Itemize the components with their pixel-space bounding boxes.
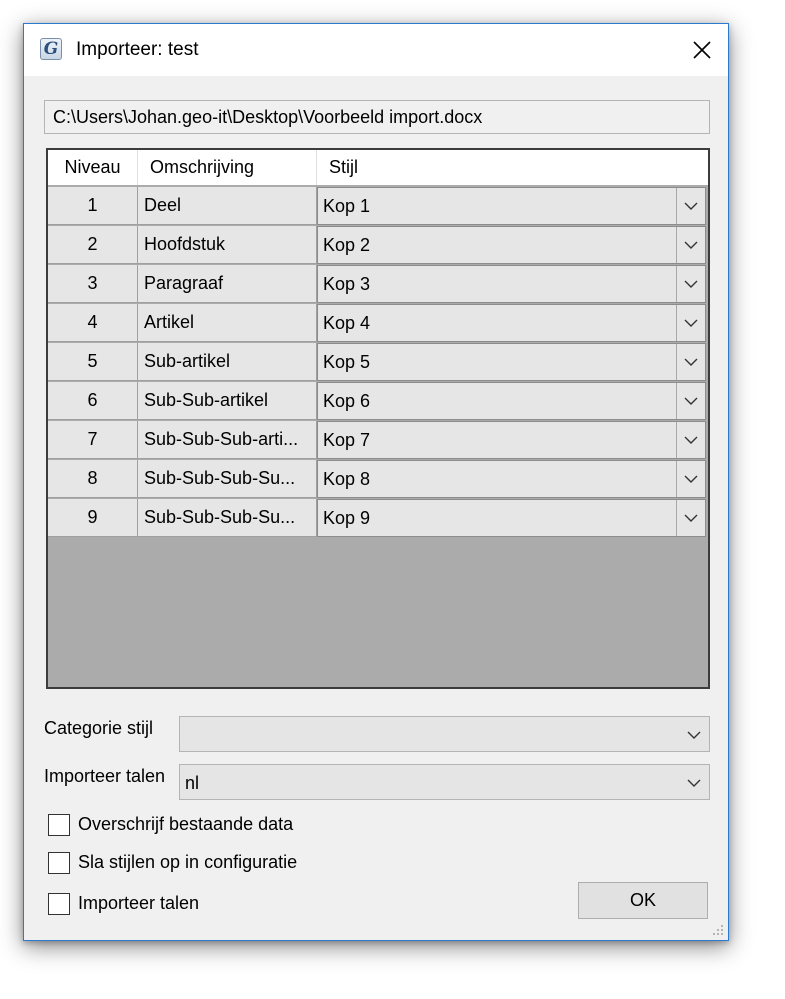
stijl-value: Kop 7 [323,430,371,450]
omschrijving-cell[interactable]: Sub-Sub-Sub-arti... [138,421,317,459]
omschrijving-cell[interactable]: Artikel [138,304,317,342]
chevron-down-icon [684,319,698,327]
stijl-dropdown[interactable]: Kop 1 [317,187,706,225]
stijl-dropdown[interactable]: Kop 7 [317,421,706,459]
table-row: 3 Paragraaf Kop 3 [48,265,708,303]
omschrijving-cell[interactable]: Sub-Sub-Sub-Su... [138,499,317,537]
stijl-value: Kop 5 [323,352,371,372]
close-icon [693,41,711,59]
sla-stijlen-op-checkbox[interactable] [48,852,70,874]
chevron-down-icon [684,358,698,366]
stijl-dropdown-button[interactable] [676,461,705,497]
chevron-down-icon [684,241,698,249]
table-row: 7 Sub-Sub-Sub-arti... Kop 7 [48,421,708,459]
niveau-cell[interactable]: 8 [48,460,138,498]
stijl-value: Kop 4 [323,313,371,333]
stijl-value: Kop 9 [323,508,371,528]
niveau-cell[interactable]: 5 [48,343,138,381]
column-header-niveau[interactable]: Niveau [48,150,138,185]
table-row: 4 Artikel Kop 4 [48,304,708,342]
stijl-dropdown-button[interactable] [676,227,705,263]
stijl-dropdown-button[interactable] [676,344,705,380]
stijl-dropdown[interactable]: Kop 2 [317,226,706,264]
file-path-field[interactable]: C:\Users\Johan.geo-it\Desktop\Voorbeeld … [44,100,710,134]
overschrijf-checkbox[interactable] [48,814,70,836]
omschrijving-cell[interactable]: Hoofdstuk [138,226,317,264]
categorie-stijl-select[interactable] [179,716,710,752]
stijl-dropdown-button[interactable] [676,266,705,302]
sla-stijlen-op-label[interactable]: Sla stijlen op in configuratie [78,851,297,873]
stijl-value: Kop 1 [323,196,371,216]
omschrijving-cell[interactable]: Sub-Sub-Sub-Su... [138,460,317,498]
omschrijving-cell[interactable]: Deel [138,187,317,225]
niveau-cell[interactable]: 4 [48,304,138,342]
importeer-talen-checkbox-label[interactable]: Importeer talen [78,892,199,914]
grid-header: Niveau Omschrijving Stijl [48,150,708,185]
close-button[interactable] [676,24,728,76]
niveau-cell[interactable]: 9 [48,499,138,537]
niveau-cell[interactable]: 6 [48,382,138,420]
stijl-dropdown-button[interactable] [676,500,705,536]
table-row: 1 Deel Kop 1 [48,187,708,225]
niveau-cell[interactable]: 7 [48,421,138,459]
omschrijving-cell[interactable]: Paragraaf [138,265,317,303]
importeer-talen-select[interactable]: nl [179,764,710,800]
chevron-down-icon [684,202,698,210]
stijl-dropdown[interactable]: Kop 5 [317,343,706,381]
stijl-value: Kop 8 [323,469,371,489]
chevron-down-icon [684,475,698,483]
stijl-value: Kop 3 [323,274,371,294]
omschrijving-cell[interactable]: Sub-Sub-artikel [138,382,317,420]
importeer-talen-checkbox[interactable] [48,893,70,915]
column-header-stijl[interactable]: Stijl [317,150,708,185]
level-style-grid: Niveau Omschrijving Stijl 1 Deel Kop 1 2… [46,148,710,689]
resize-grip-icon[interactable] [712,924,724,936]
table-row: 8 Sub-Sub-Sub-Su... Kop 8 [48,460,708,498]
importeer-talen-label: Importeer talen [44,766,166,786]
stijl-value: Kop 6 [323,391,371,411]
omschrijving-cell[interactable]: Sub-artikel [138,343,317,381]
stijl-dropdown[interactable]: Kop 3 [317,265,706,303]
overschrijf-label[interactable]: Overschrijf bestaande data [78,813,293,835]
stijl-dropdown-button[interactable] [676,422,705,458]
table-row: 2 Hoofdstuk Kop 2 [48,226,708,264]
table-row: 6 Sub-Sub-artikel Kop 6 [48,382,708,420]
app-logo-icon: G [40,38,62,60]
stijl-value: Kop 2 [323,235,371,255]
importeer-talen-value: nl [185,773,200,793]
stijl-dropdown-button[interactable] [676,383,705,419]
categorie-stijl-label: Categorie stijl [44,718,154,738]
ok-button[interactable]: OK [578,882,708,919]
stijl-dropdown-button[interactable] [676,188,705,224]
stijl-dropdown[interactable]: Kop 9 [317,499,706,537]
chevron-down-icon [684,514,698,522]
stijl-dropdown[interactable]: Kop 4 [317,304,706,342]
table-row: 9 Sub-Sub-Sub-Su... Kop 9 [48,499,708,537]
chevron-down-icon [684,397,698,405]
niveau-cell[interactable]: 3 [48,265,138,303]
window-title: Importeer: test [76,39,199,60]
title-bar[interactable]: G Importeer: test [24,24,728,76]
niveau-cell[interactable]: 2 [48,226,138,264]
chevron-down-icon [684,280,698,288]
chevron-down-icon [684,436,698,444]
stijl-dropdown[interactable]: Kop 6 [317,382,706,420]
chevron-down-icon [687,731,701,739]
chevron-down-icon [687,779,701,787]
niveau-cell[interactable]: 1 [48,187,138,225]
stijl-dropdown[interactable]: Kop 8 [317,460,706,498]
stijl-dropdown-button[interactable] [676,305,705,341]
table-row: 5 Sub-artikel Kop 5 [48,343,708,381]
column-header-omschrijving[interactable]: Omschrijving [138,150,317,185]
import-dialog: G Importeer: test C:\Users\Johan.geo-it\… [23,23,729,941]
